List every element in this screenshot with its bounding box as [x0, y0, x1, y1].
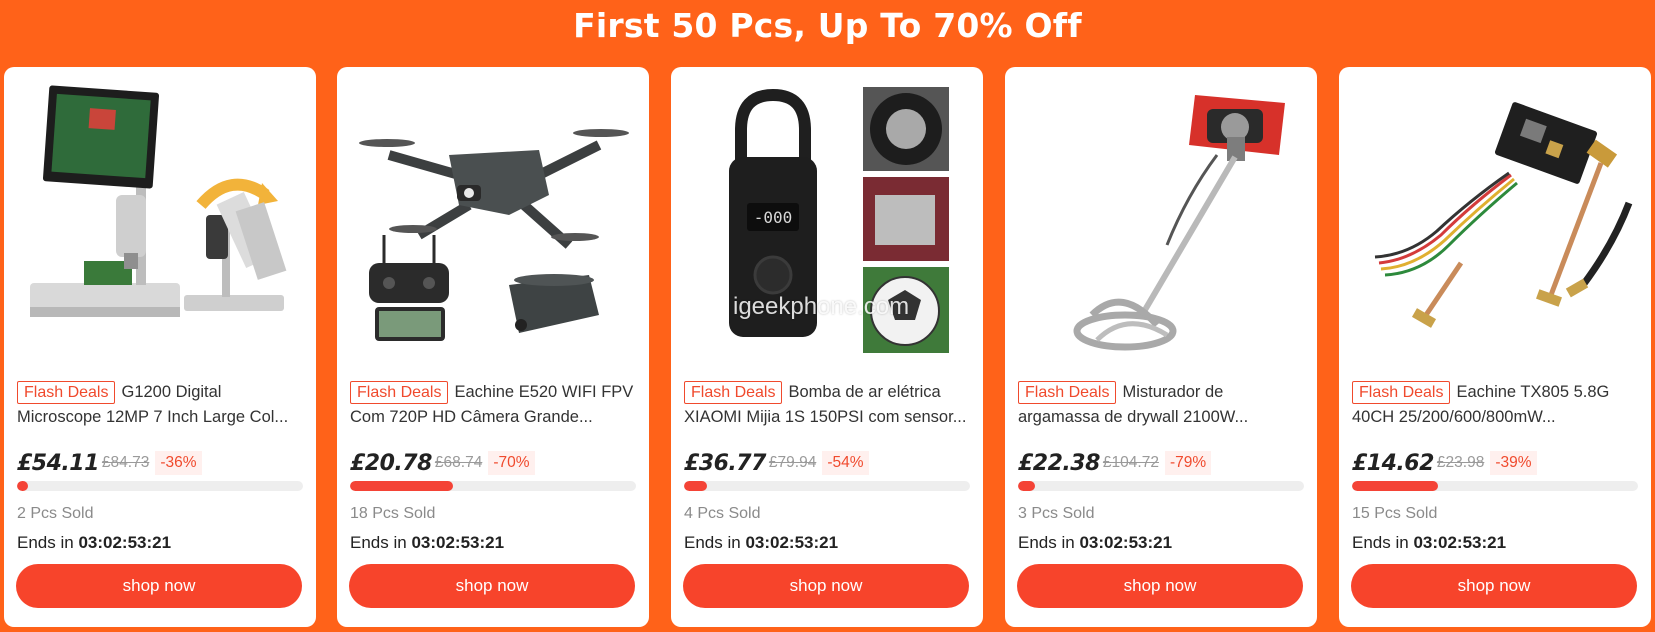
- current-price: £20.78: [350, 450, 432, 476]
- current-price: £22.38: [1018, 450, 1100, 476]
- sold-count: 2 Pcs Sold: [17, 505, 94, 522]
- ends-label: Ends in: [1352, 533, 1409, 552]
- price-row: £36.77 £79.94 -54%: [684, 447, 974, 479]
- product-title[interactable]: Flash Deals G1200 Digital Microscope 12MP…: [17, 380, 303, 436]
- countdown-timer: 03:02:53:21: [411, 533, 505, 552]
- product-card[interactable]: Flash Deals Eachine E520 WIFI FPV Com 720…: [337, 67, 649, 627]
- product-title-line1: G1200 Digital: [121, 383, 222, 401]
- current-price: £36.77: [684, 450, 766, 476]
- price-row: £54.11 £84.73 -36%: [17, 447, 307, 479]
- price-row: £22.38 £104.72 -79%: [1018, 447, 1308, 479]
- sold-count: 3 Pcs Sold: [1018, 505, 1095, 522]
- product-image-drone[interactable]: [349, 85, 637, 357]
- deal-countdown: Ends in 03:02:53:21: [1352, 533, 1506, 553]
- discount-badge: -39%: [1490, 451, 1537, 475]
- sold-progress-fill: [684, 481, 707, 491]
- deal-countdown: Ends in 03:02:53:21: [350, 533, 504, 553]
- sold-progress-fill: [1018, 481, 1036, 491]
- original-price: £79.94: [768, 454, 817, 471]
- product-image-video-transmitter[interactable]: [1351, 85, 1639, 357]
- product-card-list: Flash Deals G1200 Digital Microscope 12MP…: [4, 67, 1652, 627]
- countdown-timer: 03:02:53:21: [745, 533, 839, 552]
- product-title-line1: Eachine E520 WIFI FPV: [454, 383, 634, 401]
- sold-count: 18 Pcs Sold: [350, 505, 436, 522]
- sold-progress-fill: [350, 481, 453, 491]
- product-card[interactable]: -000 Flash Deals Bomba de ar elétrica XIA…: [671, 67, 983, 627]
- flash-deals-badge: Flash Deals: [1352, 381, 1451, 404]
- sold-count: 15 Pcs Sold: [1352, 505, 1438, 522]
- shop-now-button[interactable]: shop now: [683, 564, 969, 608]
- ends-label: Ends in: [17, 533, 74, 552]
- deal-countdown: Ends in 03:02:53:21: [684, 533, 838, 553]
- sold-progress-bar: [684, 481, 970, 491]
- countdown-timer: 03:02:53:21: [78, 533, 172, 552]
- ends-label: Ends in: [1018, 533, 1075, 552]
- countdown-timer: 03:02:53:21: [1079, 533, 1173, 552]
- product-image-mortar-mixer[interactable]: [1017, 85, 1305, 357]
- current-price: £54.11: [17, 450, 99, 476]
- original-price: £23.98: [1436, 454, 1485, 471]
- price-row: £20.78 £68.74 -70%: [350, 447, 640, 479]
- svg-text:-000: -000: [754, 208, 793, 227]
- product-title[interactable]: Flash Deals Eachine TX805 5.8G 40CH 25/20…: [1352, 380, 1638, 436]
- sold-progress-bar: [1018, 481, 1304, 491]
- product-title-line2: XIAOMI Mijia 1S 150PSI com sensor...: [684, 408, 967, 426]
- sold-progress-bar: [17, 481, 303, 491]
- deal-countdown: Ends in 03:02:53:21: [1018, 533, 1172, 553]
- sold-progress-bar: [1352, 481, 1638, 491]
- sold-count: 4 Pcs Sold: [684, 505, 761, 522]
- product-title-line1: Bomba de ar elétrica: [788, 383, 941, 401]
- ends-label: Ends in: [684, 533, 741, 552]
- original-price: £68.74: [434, 454, 483, 471]
- product-title-line2: 40CH 25/200/600/800mW...: [1352, 408, 1556, 426]
- discount-badge: -79%: [1164, 451, 1212, 475]
- discount-badge: -36%: [155, 451, 202, 475]
- product-card[interactable]: Flash Deals Eachine TX805 5.8G 40CH 25/20…: [1339, 67, 1651, 627]
- product-image-microscope[interactable]: [16, 85, 304, 357]
- product-title[interactable]: Flash Deals Eachine E520 WIFI FPV Com 720…: [350, 380, 636, 436]
- page-title: First 50 Pcs, Up To 70% Off: [573, 6, 1082, 45]
- sold-progress-bar: [350, 481, 636, 491]
- discount-badge: -70%: [488, 451, 535, 475]
- sold-progress-fill: [1352, 481, 1438, 491]
- product-title-line1: Misturador de: [1122, 383, 1224, 401]
- flash-deals-badge: Flash Deals: [684, 381, 783, 404]
- product-title-line2: argamassa de drywall 2100W...: [1018, 408, 1249, 426]
- discount-badge: -54%: [822, 451, 869, 475]
- countdown-timer: 03:02:53:21: [1413, 533, 1507, 552]
- flash-deals-badge: Flash Deals: [17, 381, 116, 404]
- shop-now-button[interactable]: shop now: [1017, 564, 1303, 608]
- shop-now-button[interactable]: shop now: [1351, 564, 1637, 608]
- original-price: £104.72: [1102, 454, 1159, 471]
- price-row: £14.62 £23.98 -39%: [1352, 447, 1642, 479]
- product-card[interactable]: Flash Deals Misturador de argamassa de dr…: [1005, 67, 1317, 627]
- flash-deals-badge: Flash Deals: [350, 381, 449, 404]
- deal-countdown: Ends in 03:02:53:21: [17, 533, 171, 553]
- product-title[interactable]: Flash Deals Bomba de ar elétrica XIAOMI M…: [684, 380, 970, 436]
- current-price: £14.62: [1352, 450, 1434, 476]
- flash-deals-badge: Flash Deals: [1018, 381, 1117, 404]
- original-price: £84.73: [101, 454, 150, 471]
- watermark-text: igeekphone.com: [733, 293, 910, 320]
- product-card[interactable]: Flash Deals G1200 Digital Microscope 12MP…: [4, 67, 316, 627]
- sold-progress-fill: [17, 481, 29, 491]
- product-title-line1: Eachine TX805 5.8G: [1456, 383, 1610, 401]
- product-title[interactable]: Flash Deals Misturador de argamassa de dr…: [1018, 380, 1304, 436]
- shop-now-button[interactable]: shop now: [16, 564, 302, 608]
- ends-label: Ends in: [350, 533, 407, 552]
- product-title-line2: Microscope 12MP 7 Inch Large Col...: [17, 408, 289, 426]
- product-title-line2: Com 720P HD Câmera Grande...: [350, 408, 593, 426]
- shop-now-button[interactable]: shop now: [349, 564, 635, 608]
